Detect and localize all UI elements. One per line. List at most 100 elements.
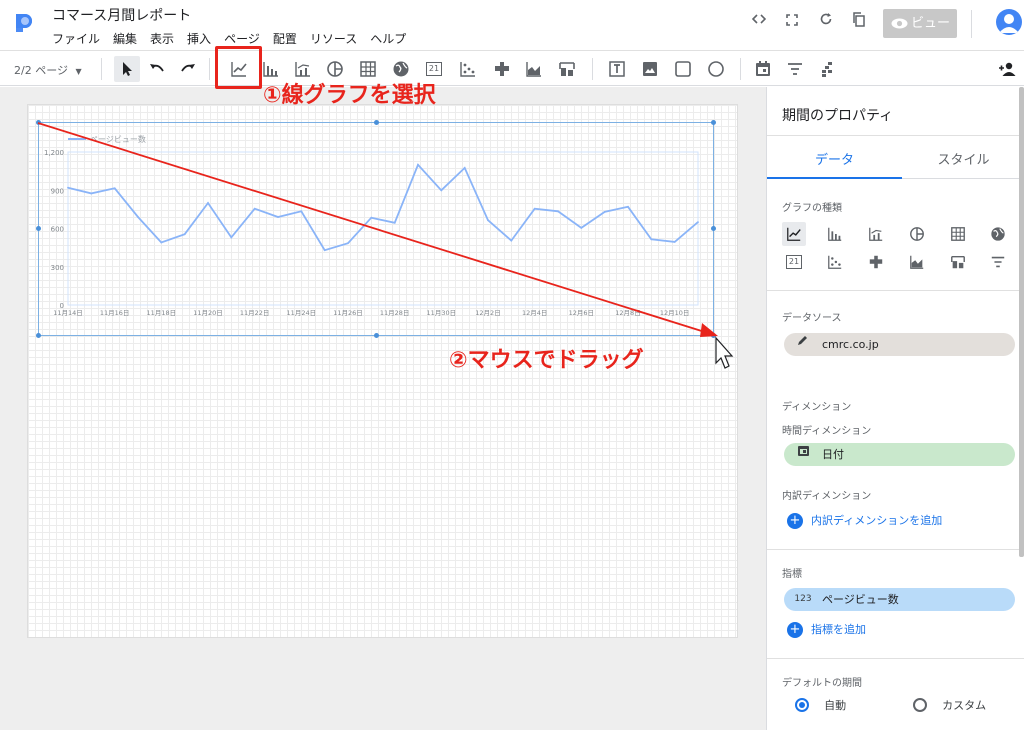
x-tick-label: 12月10日 [660,309,690,317]
x-tick-label: 12月2日 [475,309,500,317]
data-point [160,241,163,244]
data-point [650,238,653,241]
data-control-icon[interactable] [987,251,1009,273]
editor-toolbar: 2/2 ページ ▼ 21 [0,50,1024,86]
rectangle-icon[interactable] [671,57,695,81]
menu-file[interactable]: ファイル [52,30,100,47]
code-icon[interactable] [748,12,770,34]
data-point [370,216,373,219]
y-tick-label: 900 [51,187,64,195]
pie-chart-icon[interactable] [906,223,928,245]
x-tick-label: 12月4日 [522,309,547,317]
pivot-table-icon[interactable] [865,251,887,273]
properties-panel: 期間のプロパティ データ スタイル グラフの種類 21 データソース cmrc.… [766,87,1024,730]
scatter-icon[interactable] [456,57,480,81]
page-selector[interactable]: 2/2 ページ ▼ [14,62,82,78]
y-tick-label: 300 [51,264,64,272]
tab-style[interactable]: スタイル [902,143,1024,179]
text-icon[interactable] [605,57,629,81]
tab-data[interactable]: データ [767,143,902,179]
line-chart-icon[interactable] [783,223,805,245]
refresh-icon[interactable] [815,12,837,34]
x-tick-label: 11月16日 [100,309,130,317]
menu-page[interactable]: ページ [224,30,260,47]
time-dimension-chip[interactable]: 日付 [784,443,1015,466]
caret-down-icon: ▼ [75,67,82,76]
menu-resource[interactable]: リソース [310,30,357,47]
metric-chip[interactable]: 123 ページビュー数 [784,588,1015,611]
bullet-chart-icon[interactable] [555,57,579,81]
range-custom-label: カスタム [942,698,987,712]
data-point [323,249,326,252]
fullscreen-icon[interactable] [781,12,803,34]
panel-scrollbar[interactable] [1019,87,1024,557]
geo-map-icon[interactable] [987,223,1009,245]
pencil-icon[interactable] [792,333,814,356]
report-title[interactable]: コマース月間レポート [52,5,191,25]
pivot-table-icon[interactable] [490,57,514,81]
data-source-name: cmrc.co.jp [822,338,879,351]
radio-unselected-icon[interactable] [913,697,927,712]
y-tick-label: 600 [51,226,64,234]
area-chart-icon[interactable] [906,251,928,273]
select-icon[interactable] [115,57,139,81]
bullet-chart-icon[interactable] [947,251,969,273]
add-user-icon[interactable] [995,57,1019,81]
time-dimension-label: 時間ディメンション [782,426,872,437]
line-chart[interactable]: ページビュー数 03006009001,200 11月14日 11月16日 11月1… [38,122,714,336]
x-tick-label: 11月28日 [380,309,410,317]
data-point [463,167,466,169]
time-dimension-name: 日付 [822,448,844,461]
app-header: コマース月間レポート ファイル 編集 表示 挿入 ページ 配置 リソース ヘルプ… [0,0,1024,50]
y-axis: 03006009001,200 [44,149,64,310]
x-tick-label: 11月20日 [193,309,223,317]
view-button[interactable]: ビュー [883,9,957,38]
add-metric-button[interactable]: + 指標を追加 [787,621,866,638]
data-source-chip[interactable]: cmrc.co.jp [784,333,1015,356]
menu-bar: ファイル 編集 表示 挿入 ページ 配置 リソース ヘルプ [52,30,419,47]
bar-chart-icon[interactable] [824,223,846,245]
panel-divider [767,135,1024,136]
area-chart-icon[interactable] [522,57,546,81]
x-axis: 11月14日 11月16日 11月18日 11月20日 11月22日 11月24日 11月2… [53,309,689,317]
data-point [533,207,536,210]
range-custom-option[interactable]: カスタム [913,694,986,713]
data-control-icon[interactable] [815,57,839,81]
image-icon[interactable] [638,57,662,81]
filter-icon[interactable] [783,57,807,81]
default-range-label: デフォルトの期間 [782,678,862,689]
number-badge: 123 [794,594,812,604]
scatter-icon[interactable] [824,251,846,273]
data-point [90,192,93,195]
copy-icon[interactable] [848,12,870,34]
menu-arrange[interactable]: 配置 [273,30,297,47]
undo-icon[interactable] [145,57,169,81]
range-auto-option[interactable]: 自動 [795,694,846,713]
date-range-icon[interactable] [751,57,775,81]
scorecard-label: 21 [426,62,442,76]
combo-chart-icon[interactable] [865,223,887,245]
table-icon[interactable] [947,223,969,245]
scorecard-icon[interactable]: 21 [783,251,805,273]
menu-edit[interactable]: 編集 [113,30,137,47]
x-tick-label: 11月18日 [147,309,177,317]
avatar-icon[interactable] [996,9,1022,35]
add-breakdown-button[interactable]: + 内訳ディメンションを追加 [787,512,942,529]
redo-icon[interactable] [176,57,200,81]
data-point [697,221,699,224]
data-point [230,236,233,239]
metric-name: ページビュー数 [822,593,899,606]
menu-insert[interactable]: 挿入 [187,30,211,47]
toolbar-divider [209,58,210,80]
header-divider [971,10,972,38]
data-point [510,239,513,242]
page-selector-label: 2/2 ページ [14,64,68,77]
metric-label: 指標 [782,569,802,580]
x-tick-label: 11月24日 [287,309,317,317]
menu-view[interactable]: 表示 [150,30,174,47]
data-studio-logo-icon[interactable] [12,12,34,34]
panel-divider [767,658,1024,659]
radio-selected-icon[interactable] [795,697,809,712]
circle-icon[interactable] [704,57,728,81]
menu-help[interactable]: ヘルプ [370,30,406,47]
